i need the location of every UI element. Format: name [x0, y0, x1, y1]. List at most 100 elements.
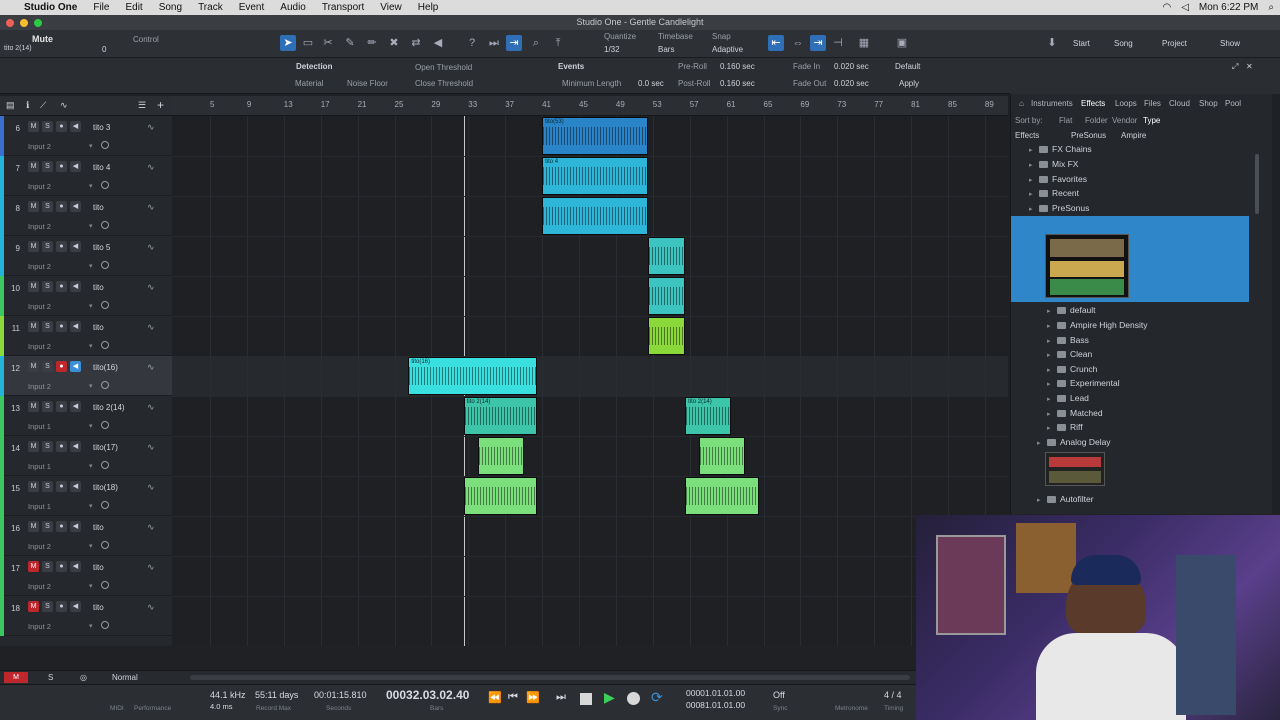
browser-item[interactable]: ▸ Analog Delay — [1011, 437, 1273, 451]
track-record-button[interactable]: ● — [56, 401, 67, 412]
browser-item[interactable]: ▸ FX Chains — [1011, 144, 1273, 158]
autoscroll-icon[interactable]: ⤒ — [550, 35, 566, 51]
track-mute-button[interactable]: M — [28, 161, 39, 172]
save-icon[interactable]: ▣ — [894, 35, 910, 51]
track-name[interactable]: tito 3 — [93, 123, 110, 132]
track-name[interactable]: tito — [93, 203, 104, 212]
track-solo-button[interactable]: S — [42, 361, 53, 372]
menu-help[interactable]: Help — [418, 2, 439, 13]
track-input-select[interactable]: Input 2 — [28, 542, 51, 551]
expand-triangle-icon[interactable]: ▸ — [1047, 366, 1057, 374]
track-solo-button[interactable]: S — [42, 601, 53, 612]
track-name[interactable]: tito — [93, 523, 104, 532]
track-solo-button[interactable]: S — [42, 241, 53, 252]
browser-item[interactable]: ▸ Autofilter — [1011, 494, 1273, 508]
track-solo-button[interactable]: S — [42, 441, 53, 452]
expand-triangle-icon[interactable]: ▸ — [1047, 380, 1057, 388]
input-dropdown-icon[interactable]: ▾ — [89, 502, 93, 510]
show-page-button[interactable]: Show — [1220, 39, 1240, 48]
app-menu[interactable]: Studio One — [24, 2, 77, 13]
track-mute-button[interactable]: M — [28, 201, 39, 212]
pencil-tool-icon[interactable]: ✏ — [364, 35, 380, 51]
track-mute-button[interactable]: M — [28, 281, 39, 292]
range-tool-icon[interactable]: ▭ — [300, 35, 316, 51]
browser-item[interactable]: ▸ Favorites — [1011, 174, 1273, 188]
track-row[interactable]: 6 M S ● ◀ tito 3 ∿ Input 2 ▾ — [0, 116, 172, 156]
project-page-button[interactable]: Project — [1162, 39, 1187, 48]
track-record-button[interactable]: ● — [56, 161, 67, 172]
expand-triangle-icon[interactable]: ▸ — [1047, 351, 1057, 359]
browser-item[interactable]: ▸ Clean — [1011, 349, 1273, 363]
play-button[interactable]: ▶ — [604, 689, 615, 706]
song-page-button[interactable]: Song — [1114, 39, 1133, 48]
track-name[interactable]: tito(17) — [93, 443, 118, 452]
track-mute-button[interactable]: M — [28, 401, 39, 412]
audio-event[interactable] — [648, 237, 686, 275]
track-solo-button[interactable]: S — [42, 521, 53, 532]
track-waveform-icon[interactable]: ∿ — [147, 602, 155, 613]
paint-tool-icon[interactable]: ✎ — [342, 35, 358, 51]
track-mute-button[interactable]: M — [28, 241, 39, 252]
track-monitor-button[interactable]: ◀ — [70, 601, 81, 612]
track-row[interactable]: 14 M S ● ◀ tito(17) ∿ Input 1 ▾ — [0, 436, 172, 476]
track-waveform-icon[interactable]: ∿ — [147, 162, 155, 173]
snap-grid-icon[interactable]: ⇤ — [768, 35, 784, 51]
track-record-button[interactable]: ● — [56, 561, 67, 572]
track-input-select[interactable]: Input 2 — [28, 262, 51, 271]
start-page-button[interactable]: Start — [1073, 39, 1090, 48]
snap-cursor-icon[interactable]: ⇥ — [810, 35, 826, 51]
track-mute-button[interactable]: M — [28, 601, 39, 612]
browser-item[interactable]: ▸ Riff — [1011, 422, 1273, 436]
tab-shop[interactable]: Shop — [1199, 99, 1218, 108]
track-input-select[interactable]: Input 1 — [28, 462, 51, 471]
sort-flat[interactable]: Flat — [1059, 116, 1072, 125]
track-mute-button[interactable]: M — [28, 521, 39, 532]
track-waveform-icon[interactable]: ∿ — [147, 562, 155, 573]
expand-triangle-icon[interactable]: ▸ — [1037, 496, 1047, 504]
bars-position-value[interactable]: 00032.03.02.40 — [386, 688, 469, 702]
track-menu-icon[interactable]: ☰ — [138, 100, 146, 111]
track-row[interactable]: 17 M S ● ◀ tito ∿ Input 2 ▾ — [0, 556, 172, 596]
track-list-icon[interactable]: ▤ — [6, 100, 15, 111]
mode-select[interactable]: Normal — [112, 673, 138, 682]
input-dropdown-icon[interactable]: ▾ — [89, 582, 93, 590]
breadcrumb-effects[interactable]: Effects — [1015, 131, 1039, 140]
arrange-view[interactable]: tito(53) tito 4 tito(16) tito 2(14) tito 2(1… — [172, 116, 1008, 646]
track-waveform-icon[interactable]: ∿ — [147, 522, 155, 533]
track-waveform-icon[interactable]: ∿ — [147, 322, 155, 333]
help-icon[interactable]: ? — [464, 35, 480, 51]
track-solo-button[interactable]: S — [42, 481, 53, 492]
volume-icon[interactable]: ◁ — [1181, 2, 1189, 13]
track-mute-button[interactable]: M — [28, 361, 39, 372]
split-tool-icon[interactable]: ✂ — [320, 35, 336, 51]
expand-triangle-icon[interactable]: ▸ — [1029, 205, 1039, 213]
zoom-icon[interactable]: ⌕ — [528, 35, 544, 51]
track-input-select[interactable]: Input 2 — [28, 302, 51, 311]
track-input-select[interactable]: Input 2 — [28, 182, 51, 191]
track-mute-button[interactable]: M — [28, 481, 39, 492]
track-name[interactable]: tito 4 — [93, 163, 110, 172]
search-icon[interactable]: ⌕ — [1268, 2, 1274, 13]
loop-start-value[interactable]: 00001.01.01.00 — [686, 688, 745, 698]
track-record-button[interactable]: ● — [56, 121, 67, 132]
tab-instruments[interactable]: Instruments — [1031, 99, 1073, 108]
track-mute-button[interactable]: M — [28, 321, 39, 332]
track-monitor-button[interactable]: ◀ — [70, 161, 81, 172]
minimize-window-button[interactable] — [20, 19, 28, 27]
track-input-select[interactable]: Input 2 — [28, 382, 51, 391]
tab-pool[interactable]: Pool — [1225, 99, 1241, 108]
wifi-icon[interactable]: ◠ — [1162, 2, 1171, 13]
menu-audio[interactable]: Audio — [280, 2, 306, 13]
zoom-window-button[interactable] — [34, 19, 42, 27]
track-record-button[interactable]: ● — [56, 441, 67, 452]
input-dropdown-icon[interactable]: ▾ — [89, 382, 93, 390]
audio-event[interactable] — [542, 197, 649, 235]
track-solo-button[interactable]: S — [42, 121, 53, 132]
menu-track[interactable]: Track — [198, 2, 223, 13]
expand-triangle-icon[interactable]: ▸ — [1029, 161, 1039, 169]
global-solo-button[interactable]: S — [48, 673, 53, 682]
menu-file[interactable]: File — [93, 2, 109, 13]
track-row[interactable]: 11 M S ● ◀ tito ∿ Input 2 ▾ — [0, 316, 172, 356]
global-mute-button[interactable]: M — [4, 672, 28, 683]
expand-triangle-icon[interactable]: ▸ — [1029, 176, 1039, 184]
